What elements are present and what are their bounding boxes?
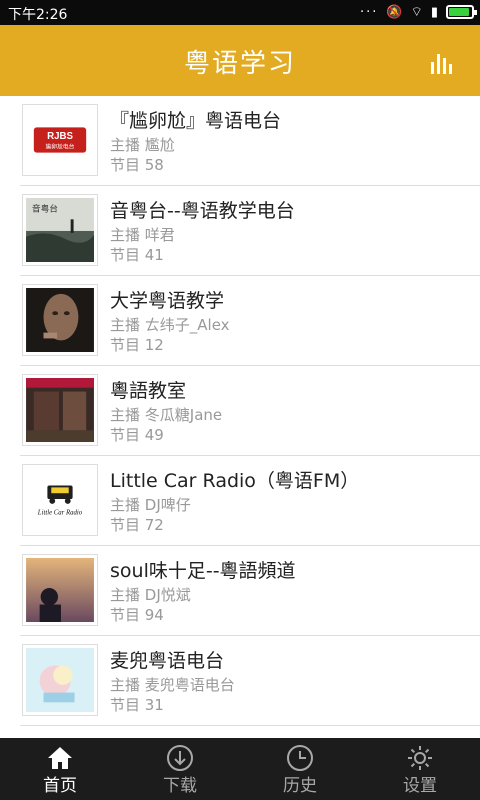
mute-icon: 🔕: [386, 4, 403, 20]
sea-photo-thumbnail: 音粤台: [22, 194, 98, 266]
station-episodes: 节目 31: [110, 696, 164, 714]
svg-text:RJBS: RJBS: [47, 131, 73, 142]
tab-home[interactable]: 首页: [0, 738, 120, 800]
list-item[interactable]: RJBS 尴卵尬电台 『尴卵尬』粤语电台 主播 尷尬 节目 58: [20, 96, 480, 186]
station-episodes: 节目 49: [110, 426, 164, 444]
tab-label: 设置: [403, 776, 437, 796]
battery-icon: [446, 5, 477, 19]
clock-icon: [287, 745, 313, 771]
station-title: 音粤台--粤语教学电台: [110, 200, 295, 222]
svg-text:Little Car Radio: Little Car Radio: [37, 510, 83, 517]
status-icons: ··· 🔕 ⌔ ▮: [360, 4, 477, 20]
station-title: soul味十足--粵語頻道: [110, 560, 296, 582]
station-host: 主播 ㄊ纬子_Alex: [110, 316, 230, 334]
station-episodes: 节目 41: [110, 246, 164, 264]
shop-photo-thumbnail: [22, 374, 98, 446]
rjbs-logo-thumbnail: RJBS 尴卵尬电台: [22, 104, 98, 176]
status-bar: 下午2:26 ··· 🔕 ⌔ ▮: [0, 0, 480, 25]
tab-label: 下载: [163, 776, 197, 796]
status-time: 下午2:26: [8, 7, 68, 23]
tab-history[interactable]: 历史: [240, 738, 360, 800]
station-host: 主播 DJ啤仔: [110, 496, 191, 514]
station-host: 主播 尷尬: [110, 136, 175, 154]
list-item[interactable]: 音粤台 音粤台--粤语教学电台 主播 咩君 节目 41: [20, 186, 480, 276]
app-bar: 粤语学习: [0, 25, 480, 96]
list-item[interactable]: Little Car Radio Little Car Radio（粤语FM） …: [20, 456, 480, 546]
tab-label: 首页: [43, 776, 77, 796]
car-logo-thumbnail: Little Car Radio: [22, 464, 98, 536]
gear-icon: [408, 746, 432, 770]
sunset-photo-thumbnail: [22, 554, 98, 626]
svg-text:音粤台: 音粤台: [32, 203, 58, 215]
download-icon: [167, 745, 193, 771]
list-item[interactable]: 粵語教室 主播 冬瓜糖Jane 节目 49: [20, 366, 480, 456]
tab-download[interactable]: 下载: [120, 738, 240, 800]
cartoon-image-thumbnail: [22, 644, 98, 716]
station-episodes: 节目 72: [110, 516, 164, 534]
station-title: 『尴卵尬』粤语电台: [110, 110, 282, 132]
station-title: 麦兜粤语电台: [110, 650, 225, 672]
station-episodes: 节目 12: [110, 336, 164, 354]
station-title: Little Car Radio（粤语FM）: [110, 470, 360, 492]
svg-text:尴卵尬电台: 尴卵尬电台: [46, 143, 75, 151]
station-list: RJBS 尴卵尬电台 『尴卵尬』粤语电台 主播 尷尬 节目 58 音粤台 音粤台…: [0, 96, 480, 738]
portrait-photo-thumbnail: [22, 284, 98, 356]
station-title: 大学粤语教学: [110, 290, 225, 312]
tab-label: 历史: [283, 776, 317, 796]
station-host: 主播 咩君: [110, 226, 175, 244]
station-episodes: 节目 58: [110, 156, 164, 174]
page-title: 粤语学习: [183, 49, 296, 79]
bottom-tab-bar: 首页 下载 历史 设置: [0, 738, 480, 800]
signal-icon: ▮: [430, 4, 438, 20]
station-host: 主播 冬瓜糖Jane: [110, 406, 223, 424]
tab-settings[interactable]: 设置: [360, 738, 480, 800]
station-host: 主播 DJ悦斌: [110, 586, 191, 604]
station-title: 粵語教室: [110, 380, 187, 402]
list-item[interactable]: soul味十足--粵語頻道 主播 DJ悦斌 节目 94: [20, 546, 480, 636]
wifi-icon: ⌔: [410, 5, 423, 20]
station-host: 主播 麦兜粤语电台: [110, 676, 235, 694]
home-icon: [48, 747, 72, 769]
more-dots-icon: ···: [360, 4, 379, 20]
list-item[interactable]: 麦兜粤语电台 主播 麦兜粤语电台 节目 31: [20, 636, 480, 726]
bar-chart-icon[interactable]: [430, 50, 454, 74]
station-episodes: 节目 94: [110, 606, 164, 624]
list-item[interactable]: 大学粤语教学 主播 ㄊ纬子_Alex 节目 12: [20, 276, 480, 366]
